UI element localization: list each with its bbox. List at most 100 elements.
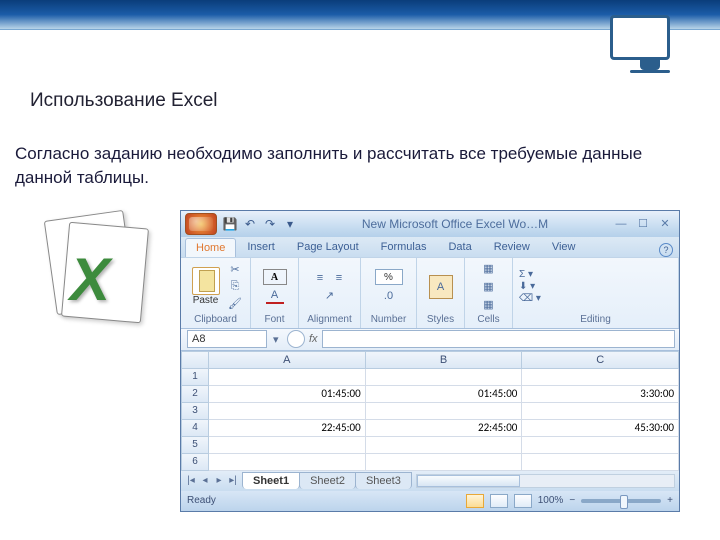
window-title: New Microsoft Office Excel Wo…M: [303, 217, 607, 231]
cell[interactable]: [522, 369, 679, 386]
clipboard-group-label: Clipboard: [187, 314, 244, 326]
align-left-icon[interactable]: ≡: [311, 270, 329, 286]
row-header[interactable]: 5: [181, 437, 209, 454]
cell[interactable]: 22:45:00: [366, 420, 523, 437]
cell[interactable]: 22:45:00: [209, 420, 366, 437]
close-button[interactable]: ✕: [655, 217, 675, 231]
qat-customize-icon[interactable]: ▾: [281, 215, 299, 233]
styles-button[interactable]: A: [423, 275, 458, 299]
cell[interactable]: 3:30:00: [522, 386, 679, 403]
cell[interactable]: [209, 403, 366, 420]
orientation-icon[interactable]: ↗: [321, 288, 339, 304]
horizontal-scrollbar[interactable]: [416, 474, 675, 488]
formula-bar-row: A8 ▾ fx: [181, 329, 679, 351]
row-header[interactable]: 4: [181, 420, 209, 437]
copy-icon[interactable]: ⎘: [226, 279, 244, 295]
tab-nav-first-icon[interactable]: |◂: [185, 475, 197, 486]
cell[interactable]: 01:45:00: [366, 386, 523, 403]
zoom-in-icon[interactable]: +: [667, 495, 673, 506]
align-center-icon[interactable]: ≡: [330, 270, 348, 286]
cell[interactable]: 01:45:00: [209, 386, 366, 403]
tab-data[interactable]: Data: [437, 237, 482, 257]
grid-row: 3: [181, 403, 679, 420]
format-cells-icon[interactable]: ▦: [480, 297, 498, 313]
tab-page-layout[interactable]: Page Layout: [286, 237, 370, 257]
fx-cancel-icon[interactable]: [287, 330, 305, 348]
tab-home[interactable]: Home: [185, 238, 236, 257]
column-header-b[interactable]: B: [366, 351, 523, 369]
font-color-icon[interactable]: A: [266, 288, 284, 304]
cell[interactable]: [522, 437, 679, 454]
cell[interactable]: [522, 454, 679, 471]
cell[interactable]: [366, 437, 523, 454]
autosum-button[interactable]: Σ ▾: [519, 269, 672, 280]
cell[interactable]: [209, 454, 366, 471]
page-layout-view-icon[interactable]: [490, 494, 508, 508]
decrease-decimal-icon[interactable]: .0: [380, 288, 398, 304]
tab-view[interactable]: View: [541, 237, 587, 257]
insert-cells-icon[interactable]: ▦: [480, 261, 498, 277]
percent-style-icon[interactable]: %: [375, 269, 403, 285]
maximize-button[interactable]: ☐: [633, 217, 653, 231]
row-header[interactable]: 3: [181, 403, 209, 420]
excel-logo: X: [30, 210, 160, 340]
format-painter-icon[interactable]: 🖌: [226, 296, 244, 312]
cell[interactable]: [209, 437, 366, 454]
sheet-tab-1[interactable]: Sheet1: [242, 472, 300, 489]
page-break-view-icon[interactable]: [514, 494, 532, 508]
paste-button[interactable]: Paste: [187, 267, 224, 306]
help-icon[interactable]: ?: [659, 243, 673, 257]
status-bar: Ready 100% − +: [181, 491, 679, 511]
redo-icon[interactable]: ↷: [261, 215, 279, 233]
cell[interactable]: [522, 403, 679, 420]
ribbon: Paste ✂ ⎘ 🖌 Clipboard A A Font: [181, 257, 679, 329]
cell[interactable]: [209, 369, 366, 386]
zoom-slider[interactable]: [581, 499, 661, 503]
row-header[interactable]: 1: [181, 369, 209, 386]
row-header[interactable]: 6: [181, 454, 209, 471]
delete-cells-icon[interactable]: ▦: [480, 279, 498, 295]
tab-insert[interactable]: Insert: [236, 237, 286, 257]
status-ready: Ready: [187, 495, 216, 506]
quick-access-toolbar: 💾 ↶ ↷ ▾: [221, 215, 299, 233]
save-icon[interactable]: 💾: [221, 215, 239, 233]
titlebar: 💾 ↶ ↷ ▾ New Microsoft Office Excel Wo…M …: [181, 211, 679, 237]
column-header-a[interactable]: A: [209, 351, 366, 369]
font-group-label: Font: [257, 314, 292, 326]
row-header[interactable]: 2: [181, 386, 209, 403]
cell[interactable]: [366, 454, 523, 471]
sheet-tab-3[interactable]: Sheet3: [355, 472, 412, 489]
undo-icon[interactable]: ↶: [241, 215, 259, 233]
tab-review[interactable]: Review: [483, 237, 541, 257]
cell-styles-icon: A: [429, 275, 453, 299]
cell[interactable]: [366, 403, 523, 420]
fill-button[interactable]: ⬇ ▾: [519, 281, 672, 292]
font-sample-icon[interactable]: A: [263, 269, 287, 285]
fx-icon[interactable]: fx: [309, 333, 318, 345]
monitor-icon: [610, 15, 690, 80]
name-box-value: A8: [192, 333, 205, 345]
tab-nav-next-icon[interactable]: ▸: [213, 475, 225, 486]
normal-view-icon[interactable]: [466, 494, 484, 508]
tab-formulas[interactable]: Formulas: [370, 237, 438, 257]
slide-text: Согласно заданию необходимо заполнить и …: [15, 142, 690, 190]
name-box-dropdown-icon[interactable]: ▾: [273, 333, 287, 346]
sheet-tab-2[interactable]: Sheet2: [299, 472, 356, 489]
cut-icon[interactable]: ✂: [226, 262, 244, 278]
tab-nav-prev-icon[interactable]: ◂: [199, 475, 211, 486]
column-header-c[interactable]: C: [522, 351, 679, 369]
minimize-button[interactable]: —: [611, 217, 631, 231]
formula-bar[interactable]: [322, 330, 675, 348]
paste-label: Paste: [193, 295, 219, 306]
clear-button[interactable]: ⌫ ▾: [519, 293, 672, 304]
cells-group-label: Cells: [471, 314, 506, 326]
tab-nav-last-icon[interactable]: ▸|: [227, 475, 239, 486]
office-button[interactable]: [185, 213, 217, 235]
select-all-corner[interactable]: [181, 351, 209, 369]
name-box[interactable]: A8: [187, 330, 267, 348]
zoom-level[interactable]: 100%: [538, 495, 564, 506]
zoom-out-icon[interactable]: −: [569, 495, 575, 506]
cell[interactable]: [366, 369, 523, 386]
alignment-group-label: Alignment: [305, 314, 354, 326]
cell[interactable]: 45:30:00: [522, 420, 679, 437]
